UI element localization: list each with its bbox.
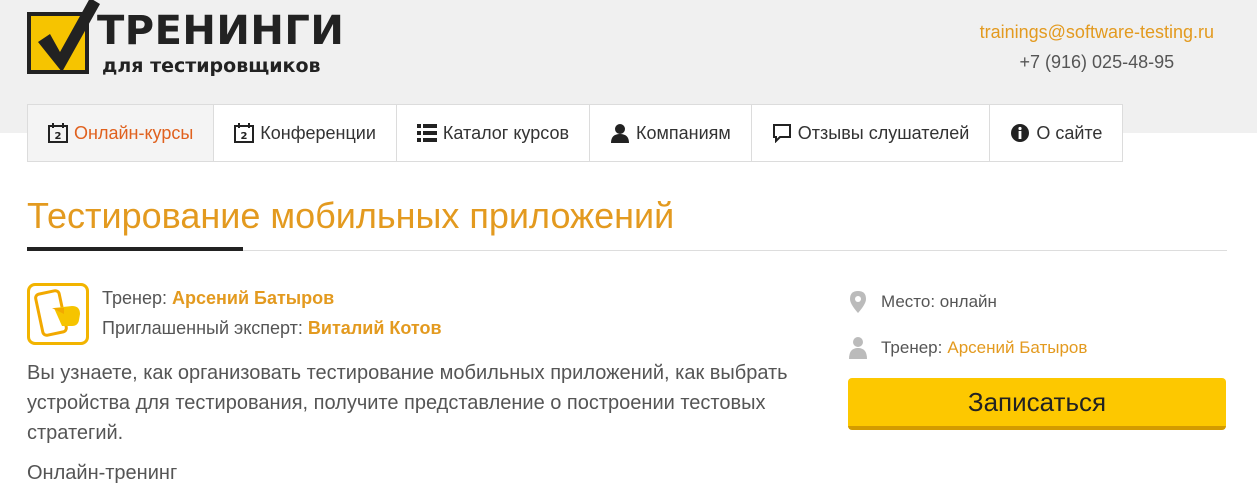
nav-label: Компаниям [636, 122, 731, 143]
logo-title: ТРЕНИНГИ [97, 8, 345, 54]
user-icon [849, 337, 867, 359]
nav-item-about[interactable]: О сайте [990, 105, 1122, 161]
course-trainer: Тренер: Арсений Батыров [102, 286, 334, 310]
logo-subtitle: для тестировщиков [102, 55, 321, 77]
course-expert: Приглашенный эксперт: Виталий Котов [102, 316, 442, 340]
nav-label: О сайте [1036, 122, 1103, 143]
nav-item-online-courses[interactable]: 2 Онлайн-курсы [28, 105, 215, 161]
nav-label: Конференции [260, 122, 376, 143]
location-pin-icon [850, 291, 866, 313]
main-nav: 2 Онлайн-курсы 2 Конференции Каталог кур… [27, 104, 1124, 162]
list-icon [416, 124, 437, 142]
trainer-label: Тренер: [102, 288, 167, 308]
page-title: Тестирование мобильных приложений [27, 195, 675, 236]
email-link[interactable]: trainings@software-testing.ru [980, 20, 1214, 44]
sidebar-trainer: Тренер: Арсений Батыров [848, 336, 1087, 360]
nav-label: Онлайн-курсы [74, 122, 194, 143]
trainer-link[interactable]: Арсений Батыров [172, 288, 334, 308]
checkmark-logo-icon [38, 0, 100, 72]
user-icon [611, 124, 630, 143]
expert-label: Приглашенный эксперт: [102, 318, 303, 338]
expert-link[interactable]: Виталий Котов [308, 318, 442, 338]
info-icon [1011, 124, 1030, 142]
nav-label: Каталог курсов [442, 122, 570, 143]
svg-text:2: 2 [241, 131, 248, 142]
nav-item-conferences[interactable]: 2 Конференции [214, 105, 397, 161]
nav-label: Отзывы слушателей [797, 122, 970, 143]
phone-number: +7 (916) 025-48-95 [1019, 52, 1175, 72]
course-description: Вы узнаете, как организовать тестировани… [27, 362, 788, 444]
nav-item-companies[interactable]: Компаниям [590, 105, 752, 161]
mobile-tap-icon [27, 283, 89, 345]
course-format: Онлайн-тренинг [27, 462, 178, 484]
place-text: Место: онлайн [881, 292, 997, 311]
svg-text:2: 2 [55, 131, 62, 142]
title-accent-bar [27, 247, 243, 251]
calendar-icon: 2 [48, 123, 68, 143]
header-contacts: trainings@software-testing.ru +7 (916) 0… [980, 20, 1214, 74]
calendar-icon: 2 [234, 123, 255, 143]
comment-icon [772, 124, 791, 143]
enroll-button[interactable]: Записаться [848, 378, 1226, 430]
sidebar-trainer-label: Тренер: [881, 338, 943, 357]
site-logo[interactable]: ТРЕНИНГИ для тестировщиков [27, 0, 347, 80]
place-info: Место: онлайн [848, 290, 997, 314]
nav-item-reviews[interactable]: Отзывы слушателей [752, 105, 991, 161]
nav-item-catalog[interactable]: Каталог курсов [397, 105, 591, 161]
sidebar-trainer-link[interactable]: Арсений Батыров [947, 338, 1087, 358]
